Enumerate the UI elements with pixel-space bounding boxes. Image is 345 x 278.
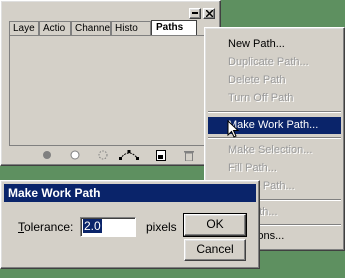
menu-separator [208,111,341,113]
trash-icon [184,150,194,161]
fill-path-icon [43,151,51,159]
cancel-button[interactable]: Cancel [184,239,246,261]
paths-list[interactable] [9,35,215,145]
menu-item-make-selection[interactable]: Make Selection... [208,142,341,159]
tolerance-label: Tolerance: [18,220,74,234]
tolerance-value: 2.0 [83,219,102,233]
fill-path-button[interactable] [37,149,57,161]
menu-item-duplicate-path[interactable]: Duplicate Path... [208,54,341,71]
palette-tabs: Laye Actio Channe Histo Paths [9,20,215,35]
delete-path-button[interactable] [179,149,199,161]
menu-item-fill-path[interactable]: Fill Path... [208,160,341,177]
load-selection-icon [98,150,108,160]
dialog-title: Make Work Path [8,186,101,200]
new-path-button[interactable] [151,149,171,161]
close-button[interactable] [203,8,215,19]
stroke-path-icon [70,150,80,160]
minimize-icon [192,12,198,14]
dialog-titlebar[interactable]: Make Work Path [4,184,256,202]
paths-palette: Laye Actio Channe Histo Paths [0,0,221,166]
tab-actions[interactable]: Actio [39,21,71,35]
palette-titlebar[interactable] [4,4,217,19]
tolerance-input[interactable]: 2.0 [80,217,136,237]
make-work-path-button[interactable] [119,149,139,161]
new-path-icon [156,149,166,161]
stroke-path-button[interactable] [65,149,85,161]
minimize-button[interactable] [189,8,201,19]
load-selection-button[interactable] [93,149,113,161]
tab-channels[interactable]: Channe [71,21,111,35]
tab-paths[interactable]: Paths [151,20,197,35]
tab-layers[interactable]: Laye [9,21,39,35]
make-work-path-icon [119,150,139,160]
close-icon [205,10,213,17]
make-work-path-dialog: Make Work Path Tolerance: 2.0 pixels OK … [0,180,260,269]
tolerance-units: pixels [146,220,177,234]
menu-item-delete-path[interactable]: Delete Path [208,72,341,89]
paths-toolbar [9,145,215,163]
menu-item-turn-off-path[interactable]: Turn Off Path [208,90,341,107]
menu-item-new-path[interactable]: New Path... [208,36,341,53]
tab-history[interactable]: Histo [111,21,151,35]
mouse-pointer-icon [227,120,239,138]
ok-button[interactable]: OK [183,213,247,237]
